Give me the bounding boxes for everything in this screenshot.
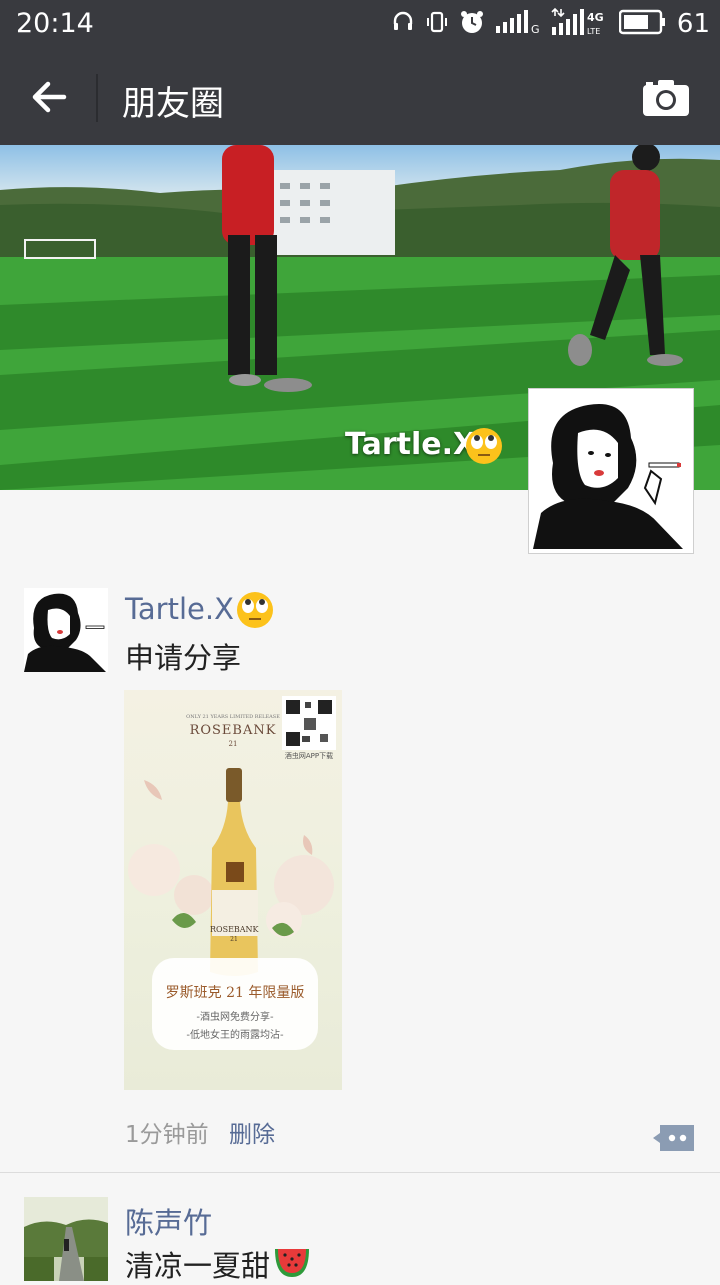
post-text: 申请分享 xyxy=(125,641,242,675)
comment-dots-icon xyxy=(653,1125,694,1151)
vibrate-icon xyxy=(425,10,449,38)
back-button[interactable] xyxy=(24,72,74,122)
title-bar: 朋友圈 xyxy=(0,48,720,145)
post-time: 1分钟前 xyxy=(125,1122,209,1148)
cover-user-name: Tartle.X xyxy=(345,427,477,462)
status-icons: G 4G LTE 61 xyxy=(391,7,710,41)
comment-button[interactable] xyxy=(652,1123,696,1153)
post-separator xyxy=(0,1172,720,1173)
image-qr-caption: 酒虫网APP下载 xyxy=(284,752,334,760)
alarm-icon xyxy=(459,9,485,39)
battery-icon xyxy=(618,9,667,39)
bottle-label: ROSEBANK xyxy=(210,925,259,934)
camera-icon xyxy=(643,80,689,116)
post-avatar[interactable] xyxy=(24,1197,108,1281)
svg-text:G: G xyxy=(531,23,540,35)
profile-avatar[interactable] xyxy=(528,388,694,554)
post-image[interactable]: ONLY 21 YEARS LIMITED RELEASE ROSEBANK 2… xyxy=(124,690,342,1090)
post-user-name[interactable]: 陈声竹 xyxy=(125,1200,212,1242)
promo-title: 罗斯班克 21 年限量版 xyxy=(165,985,305,1001)
signal-g-icon: G xyxy=(495,9,541,39)
svg-text:4G: 4G xyxy=(587,11,604,24)
post-avatar[interactable] xyxy=(24,588,108,672)
title-divider xyxy=(96,74,98,122)
promo-line-1: -酒虫网免费分享- xyxy=(196,1012,274,1023)
eye-roll-emoji-icon xyxy=(465,427,503,469)
back-arrow-icon xyxy=(32,81,67,113)
image-brand: ROSEBANK xyxy=(189,723,277,738)
eye-roll-emoji-icon xyxy=(236,591,274,633)
status-bar: 20:14 G 4G LTE 61 xyxy=(0,0,720,48)
watermelon-emoji-icon xyxy=(273,1245,311,1283)
image-year-small: 21 xyxy=(228,740,238,748)
promo-line-2: -低地女王的雨露均沾- xyxy=(186,1030,284,1041)
post-text: 清凉一夏甜 xyxy=(125,1249,271,1283)
camera-button[interactable] xyxy=(642,78,690,118)
delete-button[interactable]: 删除 xyxy=(229,1115,275,1149)
status-time: 20:14 xyxy=(16,8,94,39)
bottle-year: 21 xyxy=(230,936,238,943)
headset-icon xyxy=(391,10,415,38)
page-title: 朋友圈 xyxy=(122,84,224,124)
image-top-line: ONLY 21 YEARS LIMITED RELEASE xyxy=(186,714,280,720)
post-user-name[interactable]: Tartle.X xyxy=(125,592,234,626)
signal-4g-icon: 4G LTE xyxy=(551,7,609,41)
svg-text:LTE: LTE xyxy=(587,27,600,36)
battery-percent: 61 xyxy=(676,9,710,39)
